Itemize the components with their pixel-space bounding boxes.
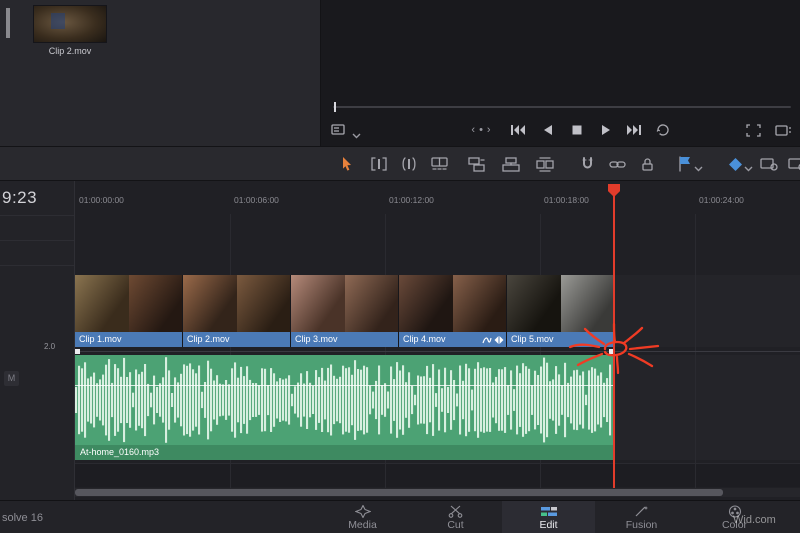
link-clips-chain-icon[interactable] bbox=[606, 154, 628, 174]
tab-fusion[interactable]: Fusion bbox=[595, 501, 688, 533]
ruler-timecode: 01:00:24:00 bbox=[699, 195, 744, 205]
clip-thumbnail bbox=[291, 275, 345, 332]
marker-icon[interactable] bbox=[724, 154, 746, 174]
viewer-scrub-playhead[interactable] bbox=[334, 102, 336, 112]
loop-button[interactable] bbox=[653, 121, 673, 139]
trim-edit-mode-icon[interactable] bbox=[368, 154, 390, 174]
go-to-start-button[interactable] bbox=[508, 121, 528, 139]
go-to-end-button[interactable] bbox=[624, 121, 644, 139]
timeline-viewer: ‹•› bbox=[321, 0, 800, 146]
clip-label: Clip 3.mov bbox=[291, 332, 398, 347]
replace-clip-icon[interactable] bbox=[534, 154, 556, 174]
edit-toolbar bbox=[0, 147, 800, 181]
track-header-divider bbox=[0, 240, 74, 241]
timecode-display: 9:23 bbox=[2, 188, 38, 207]
timeline-view-options-icon[interactable] bbox=[758, 154, 780, 174]
clip-label: Clip 4.mov bbox=[399, 332, 506, 347]
timeline-clip-3[interactable]: Clip 3.mov bbox=[291, 275, 399, 347]
match-frame-icon[interactable] bbox=[743, 121, 763, 139]
edit-page-icon bbox=[540, 505, 558, 518]
audio-clip-label: At-home_0160.mp3 bbox=[75, 445, 614, 460]
track-separator bbox=[75, 463, 800, 464]
timeline-clip-4[interactable]: Clip 4.mov bbox=[399, 275, 507, 347]
tab-media[interactable]: Media bbox=[316, 501, 409, 533]
annotation-scribble bbox=[568, 322, 660, 375]
ruler-timecode: 01:00:00:00 bbox=[79, 195, 124, 205]
transition-diamond-icon bbox=[494, 335, 504, 344]
audio-volume-line[interactable] bbox=[75, 385, 614, 386]
video-track-v1: Clip 1.mov Clip 2.mov Clip 3.mov Clip 4.… bbox=[75, 275, 615, 347]
clip-thumbnail bbox=[236, 275, 290, 332]
clip-label: Clip 2.mov bbox=[183, 332, 290, 347]
ruler-timecode: 01:00:12:00 bbox=[389, 195, 434, 205]
dynamic-trim-mode-icon[interactable] bbox=[398, 154, 420, 174]
empty-track-lane bbox=[75, 464, 800, 487]
fusion-page-icon bbox=[633, 505, 651, 518]
clip-label: Clip 1.mov bbox=[75, 332, 182, 347]
snapping-magnet-icon[interactable] bbox=[576, 154, 598, 174]
viewer-display-options-icon[interactable] bbox=[330, 121, 350, 139]
position-lock-icon[interactable] bbox=[636, 154, 658, 174]
play-reverse-button[interactable] bbox=[538, 121, 558, 139]
jog-control[interactable]: ‹•› bbox=[460, 124, 506, 136]
clip-thumbnail bbox=[128, 275, 182, 332]
clip-attribute-icons bbox=[482, 333, 504, 346]
audio-waveform bbox=[75, 357, 612, 443]
play-button[interactable] bbox=[596, 121, 616, 139]
viewer-display-chevron-icon[interactable] bbox=[352, 126, 362, 139]
tab-cut[interactable]: Cut bbox=[409, 501, 502, 533]
tab-edit-label: Edit bbox=[539, 519, 558, 531]
timeline-area: 01:00:00:00 01:00:06:00 01:00:12:00 01:0… bbox=[0, 181, 800, 500]
media-page-icon bbox=[354, 504, 372, 519]
audio-clip[interactable]: At-home_0160.mp3 bbox=[75, 355, 614, 460]
ruler-timecode: 01:00:06:00 bbox=[234, 195, 279, 205]
track-header-divider bbox=[0, 215, 74, 216]
mute-button[interactable]: M bbox=[4, 371, 19, 386]
cut-page-icon bbox=[447, 505, 465, 518]
insert-clip-icon[interactable] bbox=[466, 154, 488, 174]
clip-thumbnail bbox=[75, 275, 129, 332]
partial-clip-fragment bbox=[6, 8, 10, 38]
davinci-resolve-edit-page: Clip 2.mov ‹•› 01:00:00:00 01:00:06:00 0… bbox=[0, 0, 800, 533]
media-pool-clip-label: Clip 2.mov bbox=[48, 46, 92, 56]
marker-dropdown-chevron-icon[interactable] bbox=[744, 159, 754, 172]
tab-edit[interactable]: Edit bbox=[502, 501, 595, 533]
overwrite-clip-icon[interactable] bbox=[500, 154, 522, 174]
clip-thumbnail bbox=[344, 275, 398, 332]
selection-tool-icon[interactable] bbox=[336, 154, 358, 174]
media-pool-clip-thumbnail[interactable] bbox=[33, 5, 107, 43]
playhead-marker[interactable] bbox=[608, 184, 620, 197]
flag-dropdown-chevron-icon[interactable] bbox=[694, 159, 704, 172]
tab-fusion-label: Fusion bbox=[625, 519, 658, 531]
page-navigation-bar: Media Cut Edit Fusion Color bbox=[0, 500, 800, 533]
viewer-scrub-bar[interactable] bbox=[333, 106, 791, 108]
clip-thumbnail bbox=[399, 275, 453, 332]
track-separator bbox=[75, 351, 800, 352]
flag-icon[interactable] bbox=[674, 154, 696, 174]
media-pool-clip[interactable]: Clip 2.mov bbox=[33, 5, 107, 56]
speed-curve-icon bbox=[482, 336, 492, 343]
tab-cut-label: Cut bbox=[447, 519, 464, 531]
clip-thumbnail bbox=[452, 275, 506, 332]
tab-media-label: Media bbox=[348, 519, 377, 531]
media-pool-panel: Clip 2.mov bbox=[0, 0, 320, 146]
viewer-overlay-icon[interactable] bbox=[773, 121, 793, 139]
razor-edit-mode-icon[interactable] bbox=[428, 154, 450, 174]
stop-button[interactable] bbox=[567, 121, 587, 139]
audio-level-label: 2.0 bbox=[44, 342, 56, 351]
app-version-text: solve 16 bbox=[2, 512, 43, 524]
timeline-clip-1[interactable]: Clip 1.mov bbox=[75, 275, 183, 347]
timeline-zoom-icon[interactable] bbox=[786, 154, 800, 174]
clip-thumbnail bbox=[183, 275, 237, 332]
timeline-clip-2[interactable]: Clip 2.mov bbox=[183, 275, 291, 347]
audio-fade-handle-left[interactable] bbox=[75, 349, 80, 354]
timeline-scrollbar-thumb[interactable] bbox=[75, 489, 723, 496]
ruler-timecode: 01:00:18:00 bbox=[544, 195, 589, 205]
track-header-divider bbox=[0, 265, 74, 266]
watermark-text: Wid.com bbox=[733, 514, 776, 526]
track-header-column: 9:23 2.0 M bbox=[0, 181, 75, 500]
